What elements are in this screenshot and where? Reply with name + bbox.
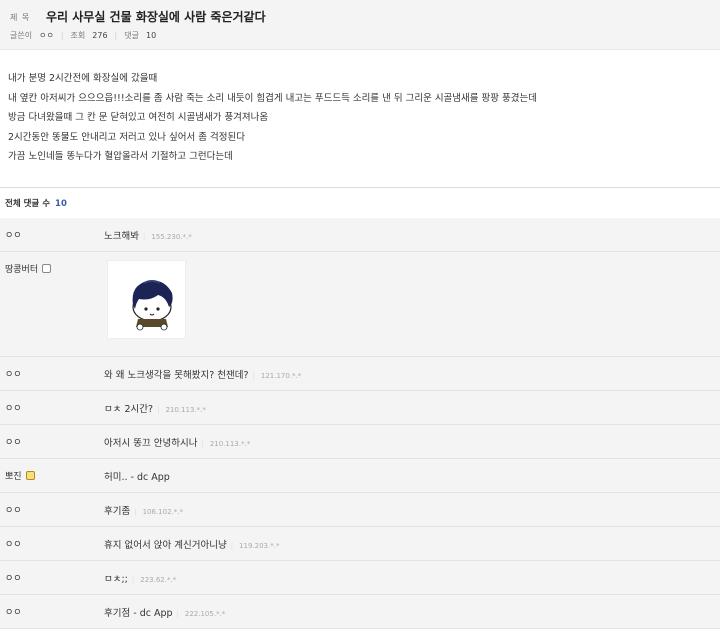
comment-author[interactable]: ㅇㅇ bbox=[5, 503, 22, 516]
comments-label: 댓글 bbox=[124, 31, 139, 40]
comment-ip: 222.105.*.* bbox=[184, 610, 226, 618]
comment-text: 허미.. - dc App bbox=[104, 472, 170, 483]
comment-ip: 210.113.*.* bbox=[209, 440, 251, 448]
comment-ip: 223.62.*.* bbox=[140, 576, 177, 584]
comment-row: ㅇㅇ 와 왜 노크생각을 못해봤지? 천잰데? | 121.170.*.* bbox=[0, 357, 720, 391]
comment-row: ㅇㅇ 휴지 없어서 앉아 계신거아니냥 | 119.203.*.* bbox=[0, 527, 720, 561]
comment-row: 뽀진 허미.. - dc App bbox=[0, 459, 720, 493]
post-header: 제 목 우리 사무실 건물 화장실에 사람 죽은거같다 글쓴이 ㅇㅇ | 조회 … bbox=[0, 0, 720, 50]
post-author[interactable]: ㅇㅇ bbox=[39, 30, 54, 41]
comment-text: 노크해봐 bbox=[104, 231, 139, 242]
comment-ip: 119.203.*.* bbox=[239, 542, 280, 550]
comment-author[interactable]: 땅콩버터 bbox=[5, 262, 38, 275]
meta-separator: | bbox=[114, 31, 118, 40]
comment-ip: 106.102.*.* bbox=[142, 508, 183, 516]
dccon-sticker-image[interactable] bbox=[107, 260, 186, 339]
comment-author-wrap: 뽀진 bbox=[5, 469, 35, 482]
comment-text: ㅁㅊ 2시간? bbox=[104, 404, 154, 415]
comment-author[interactable]: 뽀진 bbox=[5, 469, 22, 482]
comment-text: 아저시 똥끄 안녕하시나 bbox=[104, 438, 198, 449]
comment-row: ㅇㅇ ㅁㅊ;; | 223.62.*.* bbox=[0, 561, 720, 595]
post-meta: 글쓴이 ㅇㅇ | 조회 276 | 댓글 10 bbox=[10, 30, 156, 41]
comment-list: ㅇㅇ 노크해봐 | 155.230.*.* 땅콩버터 ㅇㅇ 와 왜 노크생각을 못해… bbox=[0, 218, 720, 629]
meta-separator: | bbox=[60, 31, 64, 40]
comment-author[interactable]: ㅇㅇ bbox=[5, 401, 22, 414]
body-line: 가끔 노인네들 똥누다가 혈압올라서 기절하고 그런다는데 bbox=[8, 151, 233, 162]
comment-author[interactable]: ㅇㅇ bbox=[5, 571, 22, 584]
views-count: 276 bbox=[92, 31, 108, 40]
comment-author[interactable]: ㅇㅇ bbox=[5, 228, 22, 241]
divider bbox=[0, 187, 720, 188]
comments-header: 전체 댓글 수 10 bbox=[5, 197, 67, 209]
comment-ip: 210.113.*.* bbox=[165, 406, 206, 414]
comment-text: ㅁㅊ;; bbox=[104, 574, 128, 585]
comment-text: 후기점 - dc App bbox=[104, 608, 173, 619]
comment-row: 땅콩버터 bbox=[0, 252, 720, 357]
fixed-member-badge-icon[interactable] bbox=[25, 471, 35, 480]
comment-author[interactable]: ㅇㅇ bbox=[5, 367, 22, 380]
body-line: 내가 분명 2시간전에 화장실에 갔을때 bbox=[8, 73, 158, 84]
body-line: 2시간동안 똥물도 안내리고 저러고 있나 싶어서 좀 걱정된다 bbox=[8, 131, 245, 143]
comments-header-count: 10 bbox=[55, 199, 67, 209]
comment-row: ㅇㅇ 아저시 똥끄 안녕하시나 | 210.113.*.* bbox=[0, 425, 720, 459]
post-title: 우리 사무실 건물 화장실에 사람 죽은거같다 bbox=[46, 10, 266, 24]
comment-ip: 155.230.*.* bbox=[151, 233, 192, 241]
comment-author[interactable]: ㅇㅇ bbox=[5, 605, 22, 618]
comment-text: 후기좀 bbox=[104, 506, 131, 517]
comment-author[interactable]: ㅇㅇ bbox=[5, 435, 22, 448]
comments-count: 10 bbox=[145, 31, 157, 40]
comment-text: 와 왜 노크생각을 못해봤지? 천잰데? bbox=[104, 370, 249, 381]
comment-author[interactable]: ㅇㅇ bbox=[5, 537, 22, 550]
gallog-badge-icon[interactable] bbox=[42, 264, 52, 273]
comment-text: 휴지 없어서 앉아 계신거아니냥 bbox=[104, 540, 227, 551]
post-body: 내가 분명 2시간전에 화장실에 갔을때 내 옆칸 아저씨가 으으으읍!!!소리… bbox=[8, 69, 708, 167]
body-line: 내 옆칸 아저씨가 으으으읍!!!소리를 좀 사람 죽는 소리 내듯이 힘겹게 … bbox=[8, 92, 538, 104]
character-sticker-icon bbox=[132, 280, 173, 331]
title-label: 제 목 bbox=[10, 13, 31, 22]
comment-row: ㅇㅇ 후기좀 | 106.102.*.* bbox=[0, 493, 720, 527]
comment-author-wrap: 땅콩버터 bbox=[5, 262, 52, 275]
comment-row: ㅇㅇ 후기점 - dc App | 222.105.*.* bbox=[0, 595, 720, 629]
body-line: 방금 다녀왔을때 그 칸 문 닫혀있고 여전히 시골냄새가 풍겨져나옴 bbox=[8, 112, 269, 123]
author-label: 글쓴이 bbox=[10, 31, 33, 40]
views-label: 조회 bbox=[70, 31, 86, 40]
comment-ip: 121.170.*.* bbox=[260, 372, 302, 380]
comments-header-label: 전체 댓글 수 bbox=[5, 199, 51, 209]
comment-row: ㅇㅇ 노크해봐 | 155.230.*.* bbox=[0, 218, 720, 252]
comment-row: ㅇㅇ ㅁㅊ 2시간? | 210.113.*.* bbox=[0, 391, 720, 425]
